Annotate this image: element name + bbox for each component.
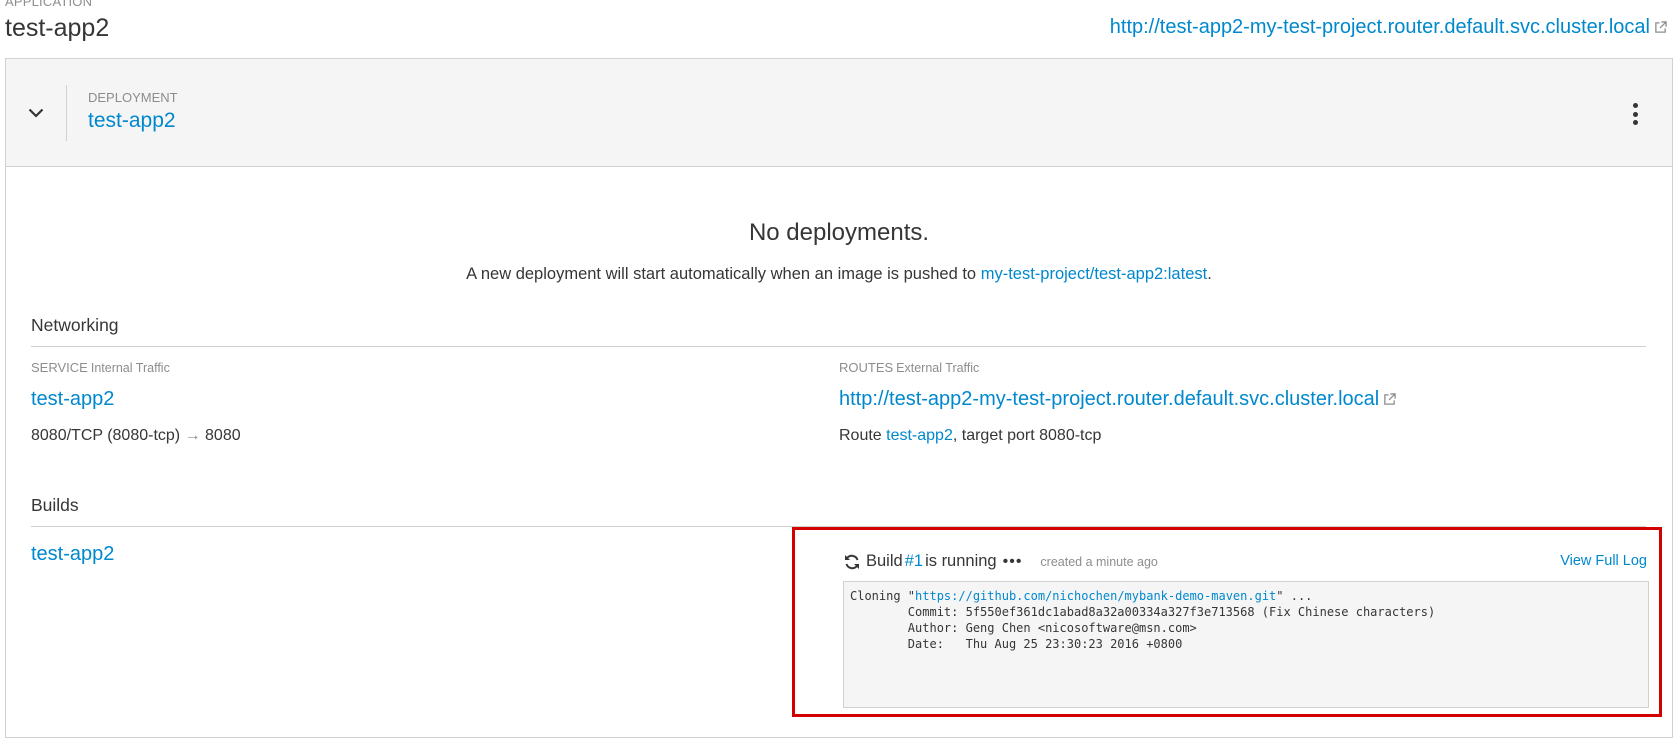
log-repo-link[interactable]: https://github.com/nichochen/mybank-demo… <box>915 589 1276 603</box>
log-author-line: Author: Geng Chen <nicosoftware@msn.com> <box>850 621 1197 635</box>
application-route-url[interactable]: http://test-app2-my-test-project.router.… <box>1110 16 1650 38</box>
application-name: test-app2 <box>5 14 110 42</box>
build-running-dots: ••• <box>1002 552 1023 570</box>
route-url[interactable]: http://test-app2-my-test-project.router.… <box>839 388 1379 410</box>
route-detail-prefix: Route <box>839 427 887 444</box>
build-log[interactable]: Cloning "https://github.com/nichochen/my… <box>843 581 1649 708</box>
service-label-sub: Internal Traffic <box>90 361 170 375</box>
routes-label-main: ROUTES <box>839 360 894 375</box>
route-detail: Route test-app2, target port 8080-tcp <box>839 427 1101 445</box>
service-port-source: 8080/TCP (8080-tcp) <box>31 427 181 444</box>
routes-label-sub: External Traffic <box>896 361 980 375</box>
build-status-prefix: Build <box>866 552 903 570</box>
log-commit-line: Commit: 5f550ef361dc1abad8a32a00334a327f… <box>850 605 1436 619</box>
application-route-link[interactable]: http://test-app2-my-test-project.router.… <box>1110 16 1667 39</box>
build-created-time: created a minute ago <box>1040 554 1158 569</box>
service-name-link[interactable]: test-app2 <box>31 388 114 411</box>
kebab-menu-icon[interactable] <box>1628 103 1642 125</box>
build-config-link[interactable]: test-app2 <box>31 543 114 566</box>
networking-divider <box>31 346 1646 347</box>
external-link-icon <box>1655 21 1667 33</box>
image-stream-link[interactable]: my-test-project/test-app2:latest <box>981 265 1208 283</box>
service-ports: 8080/TCP (8080-tcp) → 8080 <box>31 427 241 445</box>
service-label-main: SERVICE <box>31 360 88 375</box>
route-detail-suffix: , target port 8080-tcp <box>952 427 1102 444</box>
networking-title: Networking <box>31 315 119 335</box>
empty-message-text: A new deployment will start automaticall… <box>466 265 981 283</box>
build-status: Build #1 is running ••• created a minute… <box>843 552 1158 571</box>
log-line1-prefix: Cloning " <box>850 589 916 603</box>
application-label: APPLICATION <box>5 0 93 9</box>
header-divider <box>66 85 67 141</box>
sync-icon <box>845 554 859 569</box>
deployment-panel-header: DEPLOYMENT test-app2 <box>6 59 1672 167</box>
view-full-log-link[interactable]: View Full Log <box>1560 553 1647 569</box>
arrow-right-icon: → <box>184 427 201 444</box>
service-label: SERVICE Internal Traffic <box>31 360 170 375</box>
deployment-name-link[interactable]: test-app2 <box>88 109 176 133</box>
route-url-link[interactable]: http://test-app2-my-test-project.router.… <box>839 388 1396 411</box>
build-number-link[interactable]: #1 <box>905 552 923 571</box>
no-deployments-message: A new deployment will start automaticall… <box>6 265 1672 284</box>
routes-label: ROUTES External Traffic <box>839 360 979 375</box>
log-line1-suffix: " ... <box>1276 589 1313 603</box>
no-deployments-title: No deployments. <box>748 219 930 246</box>
build-highlight-box: Build #1 is running ••• created a minute… <box>792 527 1662 717</box>
log-date-line: Date: Thu Aug 25 23:30:23 2016 +0800 <box>850 637 1183 651</box>
build-status-suffix: is running <box>925 552 997 570</box>
collapse-toggle[interactable] <box>6 59 66 166</box>
deployment-label: DEPLOYMENT <box>88 90 178 105</box>
chevron-down-icon <box>28 108 44 118</box>
service-port-target: 8080 <box>205 427 241 444</box>
empty-message-period: . <box>1207 265 1212 283</box>
external-link-icon <box>1384 393 1396 405</box>
route-name-link[interactable]: test-app2 <box>886 427 953 444</box>
builds-title: Builds <box>31 495 79 515</box>
